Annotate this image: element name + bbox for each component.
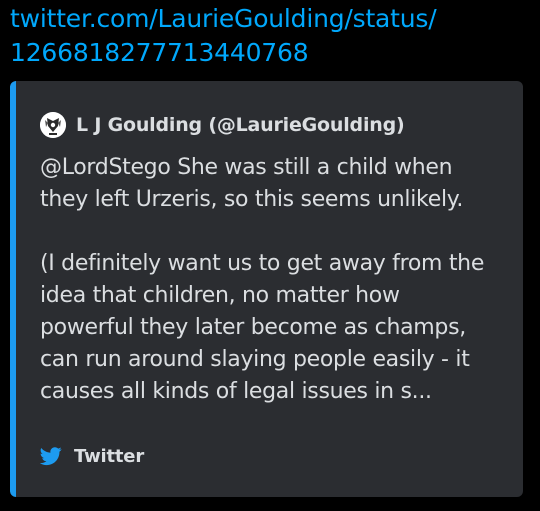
description-line: causes all kinds of legal issues in s... <box>40 379 432 404</box>
embed-description: @LordStego She was still a child when th… <box>40 152 510 408</box>
embed-footer-text: Twitter <box>74 445 144 467</box>
twitter-embed: L J Goulding (@LaurieGoulding) @LordSteg… <box>10 81 523 497</box>
description-line: powerful they later become as champs, <box>40 315 466 340</box>
description-line: (I definitely want us to get away from t… <box>40 251 485 276</box>
embed-author-name[interactable]: L J Goulding (@LaurieGoulding) <box>76 114 405 136</box>
avatar-crest-icon[interactable] <box>40 112 66 138</box>
description-line: they left Urzeris, so this seems unlikel… <box>40 187 464 212</box>
twitter-bird-icon <box>40 447 62 466</box>
embed-author[interactable]: L J Goulding (@LaurieGoulding) <box>40 110 405 140</box>
description-line: idea that children, no matter how <box>40 283 400 308</box>
tweet-link-line-1[interactable]: twitter.com/LaurieGoulding/status/ <box>10 2 530 36</box>
tweet-link[interactable]: twitter.com/LaurieGoulding/status/ 12668… <box>10 2 530 70</box>
description-line: @LordStego She was still a child when <box>40 155 453 180</box>
description-line: can run around slaying people easily - i… <box>40 347 470 372</box>
tweet-link-line-2[interactable]: 1266818277713440768 <box>10 36 530 70</box>
description-blank-line <box>40 216 510 248</box>
embed-footer: Twitter <box>40 441 144 471</box>
embed-accent-bar <box>10 81 16 497</box>
